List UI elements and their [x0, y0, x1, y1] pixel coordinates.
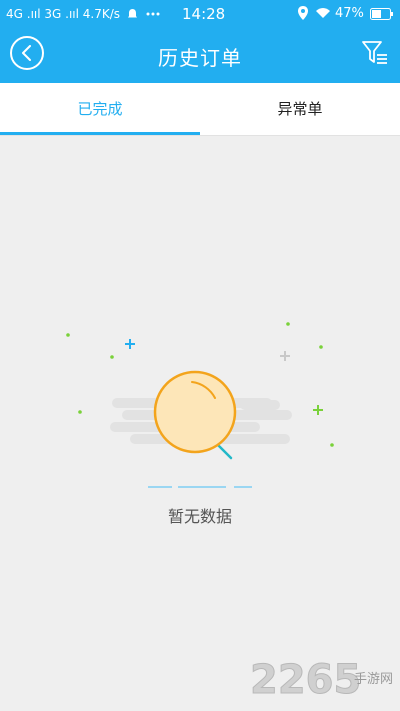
watermark-sub: 手游网 — [354, 672, 393, 687]
battery-percent: 47% — [335, 6, 364, 21]
filter-funnel-icon — [362, 41, 387, 64]
status-bar: 4G .ııl 3G .ııl 4.7K/s 14:28 47% — [0, 0, 400, 28]
page-title: 历史订单 — [158, 46, 242, 70]
wifi-icon — [316, 8, 330, 18]
tab-completed[interactable]: 已完成 — [0, 83, 200, 135]
watermark-number: 2265 — [250, 657, 361, 703]
filter-button[interactable] — [360, 38, 390, 68]
watermark-logo: 2265 手游网 — [250, 657, 393, 704]
tab-abnormal[interactable]: 异常单 — [200, 83, 400, 135]
magnifier-icon — [153, 370, 237, 460]
tab-divider — [0, 135, 400, 136]
empty-state-text: 暂无数据 — [167, 507, 232, 526]
network-status-text: 4G .ııl 3G .ııl 4.7K/s — [6, 7, 121, 21]
location-icon — [298, 6, 308, 20]
app-bar: 历史订单 — [0, 28, 400, 83]
empty-state-illustration — [66, 322, 334, 488]
more-dots-icon — [146, 12, 160, 16]
notification-icon — [128, 9, 137, 18]
tab-bar: 已完成 异常单 — [0, 83, 400, 135]
battery-icon — [370, 8, 393, 20]
status-clock: 14:28 — [182, 5, 226, 23]
top-bar: 4G .ııl 3G .ııl 4.7K/s 14:28 47% 历史订单 — [0, 0, 400, 83]
